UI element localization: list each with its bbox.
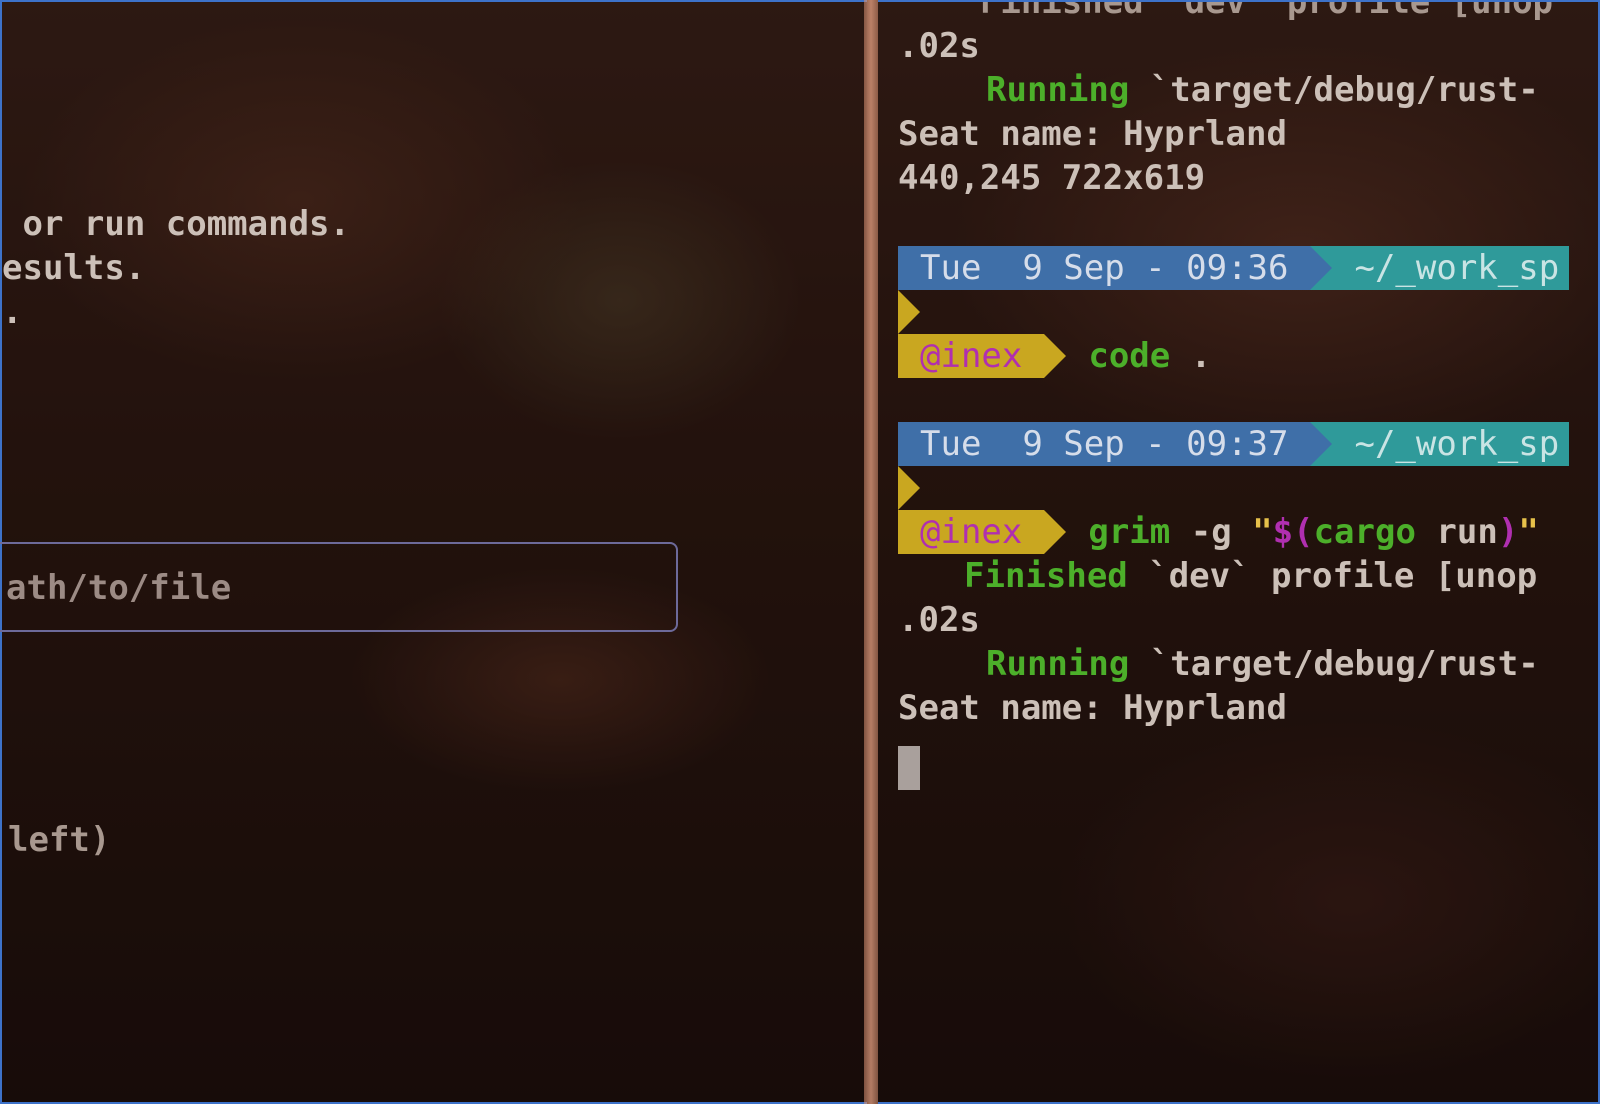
terminal-cursor <box>898 746 920 790</box>
prompt-arrow-icon <box>898 290 920 334</box>
left-terminal-window[interactable]: or run commands. esults. . ath/to/file l… <box>0 0 867 1104</box>
prompt-path: ~/_work_sp <box>1310 246 1570 290</box>
terminal-output-line: Seat name: Hyprland <box>898 688 1287 728</box>
subshell-open: $( <box>1272 512 1314 552</box>
terminal-output-line: Seat name: Hyprland <box>898 114 1287 154</box>
terminal-output-line: .02s <box>898 26 980 66</box>
command-name: code <box>1088 336 1171 376</box>
command-args: . <box>1170 336 1212 376</box>
subshell-arg: run <box>1415 512 1498 552</box>
prompt-command-line: @inex grim -g " $(cargo run) " <box>898 510 1539 554</box>
window-divider[interactable] <box>864 0 878 1104</box>
prompt-status-bar: Tue 9 Sep - 09:36 ~/_work_sp <box>898 246 1570 290</box>
terminal-output-line: 440,245 722x619 <box>898 158 1206 198</box>
prompt-status-bar: Tue 9 Sep - 09:37 ~/_work_sp <box>898 422 1570 466</box>
terminal-output-line: Finished `dev` profile [unop <box>898 0 1554 22</box>
terminal-output-line: .02s <box>898 600 980 640</box>
path-input[interactable]: ath/to/file <box>0 542 678 632</box>
right-terminal-window[interactable]: Finished `dev` profile [unop .02s Runnin… <box>878 0 1600 1104</box>
help-text-line: esults. <box>2 248 146 288</box>
subshell-close: ) <box>1497 512 1519 552</box>
prompt-command-line: @inex code . <box>898 334 1211 378</box>
subshell-command: cargo <box>1313 512 1416 552</box>
prompt-arrow-icon <box>898 466 920 510</box>
prompt-user: @inex <box>898 510 1067 554</box>
hint-text: left) <box>8 820 111 860</box>
prompt-date: Tue 9 Sep - 09:36 <box>898 246 1333 290</box>
help-text-line: . <box>2 292 23 332</box>
command-name: grim <box>1088 512 1171 552</box>
quote-open: " <box>1252 512 1273 552</box>
prompt-path: ~/_work_sp <box>1310 422 1570 466</box>
help-text-line: or run commands. <box>2 204 350 244</box>
path-input-placeholder: ath/to/file <box>6 568 232 608</box>
prompt-user: @inex <box>898 334 1067 378</box>
prompt-date: Tue 9 Sep - 09:37 <box>898 422 1333 466</box>
quote-close: " <box>1518 512 1539 552</box>
terminal-output-line: Running `target/debug/rust- <box>986 70 1539 110</box>
command-flag: -g <box>1170 512 1253 552</box>
terminal-output-line: Running `target/debug/rust- <box>986 644 1539 684</box>
terminal-output-line: Finished `dev` profile [unop <box>964 556 1538 596</box>
